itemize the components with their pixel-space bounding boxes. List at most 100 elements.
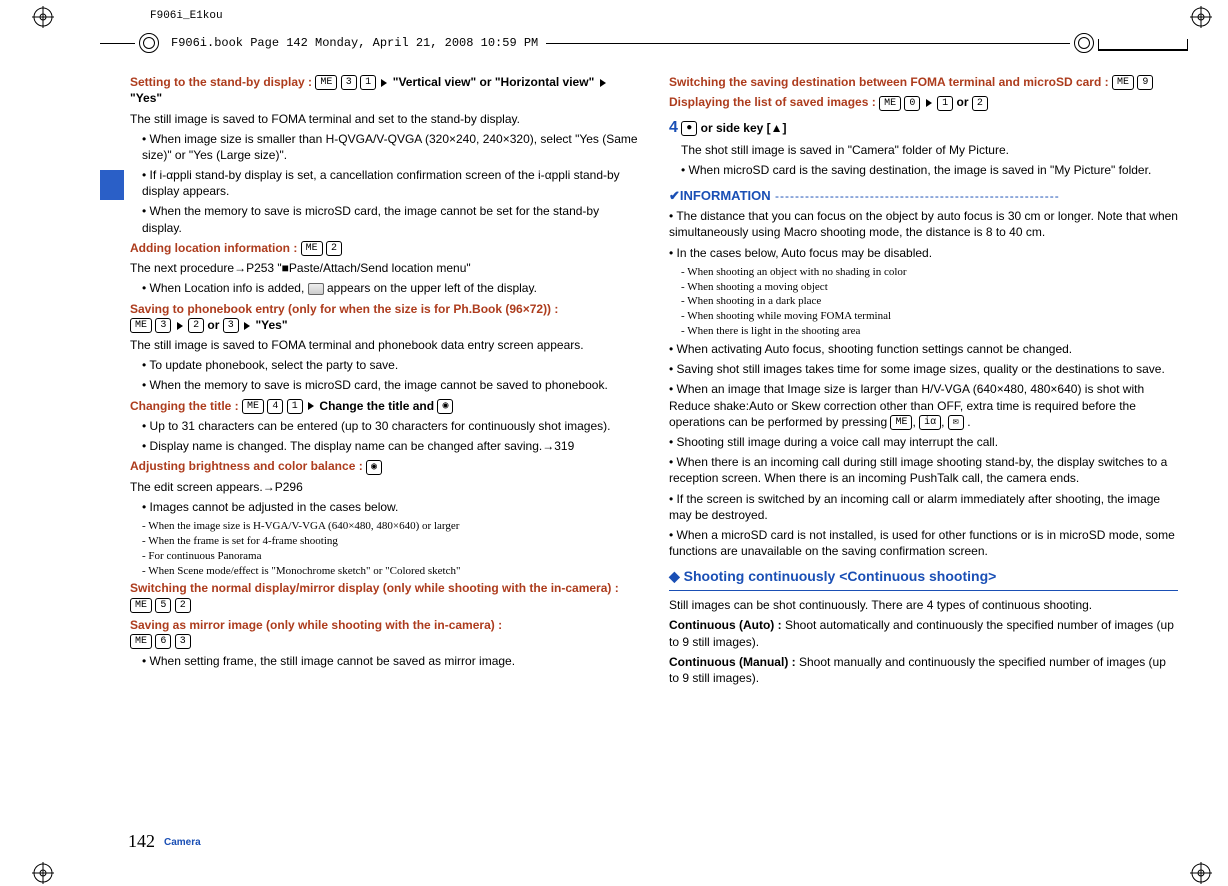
header-filename: F906i_E1kou [150,10,223,22]
text: When there is an incoming call during st… [669,454,1178,486]
text: When Location info is added, appears on … [130,280,639,296]
text: Display name is changed. The display nam… [130,438,639,454]
text: - When shooting a moving object [669,280,1178,295]
key-center-icon: ● [681,121,697,136]
key-2-icon: 2 [972,96,988,111]
target-icon [139,33,159,53]
text: appears on the upper left of the display… [327,281,537,295]
text: The edit screen appears.→P296 [130,479,639,495]
op-standby-head: Setting to the stand-by display : [130,75,315,89]
key-me-icon: ME [130,634,152,649]
key-3-icon: 3 [175,634,191,649]
text: The next procedure→P253 "■Paste/Attach/S… [130,260,639,276]
right-column: Switching the saving destination between… [669,72,1178,860]
text: or [956,95,971,109]
text: When the memory to save is microSD card,… [130,203,639,235]
text: - When shooting an object with no shadin… [669,265,1178,280]
key-me-icon: ME [130,598,152,613]
page-body: Setting to the stand-by display : ME 3 1… [130,72,1178,860]
key-2-icon: 2 [188,318,204,333]
page-category: Camera [164,837,201,848]
arrow-right-icon [244,322,250,330]
text: When setting frame, the still image cann… [130,653,639,669]
left-column: Setting to the stand-by display : ME 3 1… [130,72,639,860]
key-me-icon: ME [242,399,264,414]
key-mail-icon: ✉ [948,415,964,430]
text: When image size is smaller than H-QVGA/V… [130,131,639,163]
text: Continuous (Manual) : [669,655,799,669]
text: Images cannot be adjusted in the cases b… [130,499,639,515]
key-1-icon: 1 [360,75,376,90]
op-chtitle-head: Changing the title : [130,399,242,413]
key-ir-icon: iα [919,415,941,430]
key-1-icon: 1 [287,399,303,414]
text: Continuous (Auto) : [669,618,785,632]
key-0-icon: 0 [904,96,920,111]
key-me-icon: ME [301,241,323,256]
text: When activating Auto focus, shooting fun… [669,341,1178,357]
text: The shot still image is saved in "Camera… [669,142,1178,158]
key-4-icon: 4 [267,399,283,414]
registration-mark-icon [1190,6,1208,24]
text: When microSD card is the saving destinat… [669,162,1178,178]
text: When a microSD card is not installed, is… [669,527,1178,559]
key-me-icon: ME [890,415,912,430]
section-tab [100,170,124,200]
text: Up to 31 characters can be entered (up t… [130,418,639,434]
key-me-icon: ME [879,96,901,111]
book-infobar: F906i.book Page 142 Monday, April 21, 20… [100,28,1188,58]
text: - When the image size is H-VGA/V-VGA (64… [130,519,639,534]
key-5-icon: 5 [155,598,171,613]
text: or [207,318,222,332]
op-switchdest-head: Switching the saving destination between… [669,75,1112,89]
target-icon [1074,33,1094,53]
op-standby-options: "Vertical view" or "Horizontal view" [393,75,595,89]
text: ppli stand-by display is set, a cancella… [173,168,545,182]
page-number: 142 [128,831,155,852]
text: - When shooting while moving FOMA termin… [669,309,1178,324]
dashed-rule: ----------------------------------------… [771,189,1060,203]
text: If i- [150,168,167,182]
text: In the cases below, Auto focus may be di… [669,245,1178,261]
book-infobar-text: F906i.book Page 142 Monday, April 21, 20… [163,36,546,50]
calibration-icon [1098,35,1188,51]
key-2-icon: 2 [175,598,191,613]
arrow-right-icon [381,79,387,87]
op-adjust-head: Adjusting brightness and color balance : [130,459,366,473]
text: When an image that Image size is larger … [669,381,1178,430]
text: - When there is light in the shooting ar… [669,324,1178,339]
subsection-title: ◆ Shooting continuously <Continuous shoo… [669,567,1178,586]
text: - When the frame is set for 4-frame shoo… [130,534,639,549]
text: Change the title and [319,399,437,413]
step-4-title: or side key [▲] [701,121,787,135]
key-camera-icon: ◉ [366,460,382,475]
text: To update phonebook, select the party to… [130,357,639,373]
text: Shooting still image during a voice call… [669,434,1178,450]
arrow-right-icon [308,402,314,410]
text: Saving shot still images takes time for … [669,361,1178,377]
key-2-icon: 2 [326,241,342,256]
key-me-icon: ME [130,318,152,333]
text: When the memory to save is microSD card,… [130,377,639,393]
op-displist-head: Displaying the list of saved images : [669,95,879,109]
text: If i-αppli stand-by display is set, a ca… [130,167,639,199]
key-9-icon: 9 [1137,75,1153,90]
text: . [967,415,970,429]
key-camera-icon: ◉ [437,399,453,414]
op-addloc-head: Adding location information : [130,241,301,255]
op-standby-yes: "Yes" [130,91,162,105]
registration-mark-icon [1190,862,1208,880]
key-3-icon: 3 [155,318,171,333]
op-mirror-head: Switching the normal display/mirror disp… [130,581,619,595]
text: The still image is saved to FOMA termina… [130,111,639,127]
section-rule [669,590,1178,591]
key-1-icon: 1 [937,96,953,111]
text: The distance that you can focus on the o… [669,208,1178,240]
key-me-icon: ME [1112,75,1134,90]
arrow-right-icon [600,79,606,87]
op-savepb-head: Saving to phonebook entry (only for when… [130,302,558,316]
information-heading: ✔INFORMATION [669,188,771,203]
arrow-right-icon [177,322,183,330]
key-me-icon: ME [315,75,337,90]
text: If the screen is switched by an incoming… [669,491,1178,523]
